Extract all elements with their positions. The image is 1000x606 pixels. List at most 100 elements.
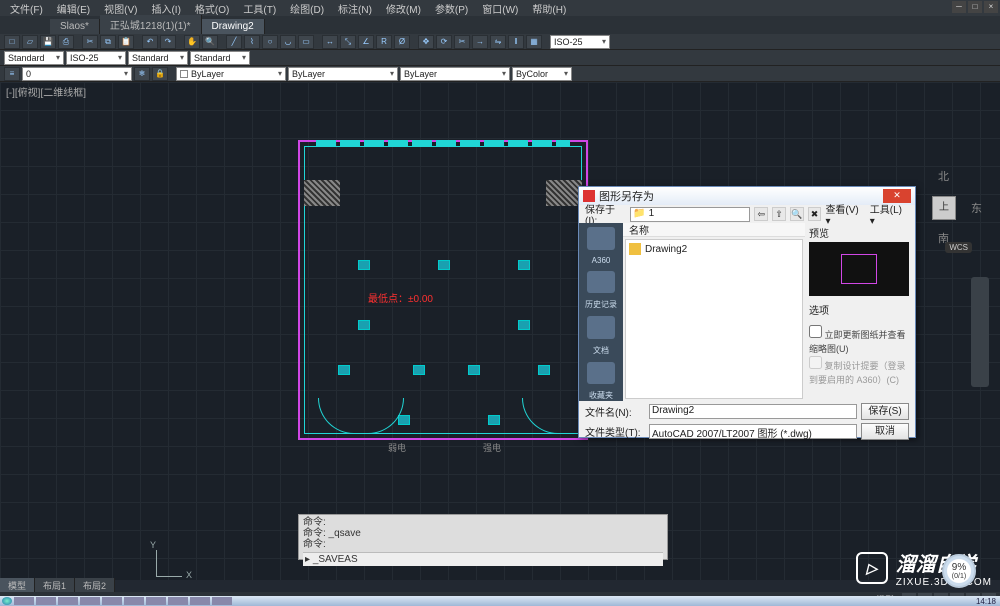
task-item[interactable] <box>58 597 78 605</box>
cmd-input[interactable]: ▸ _SAVEAS <box>303 552 663 566</box>
cancel-button[interactable]: 取消 <box>861 423 909 440</box>
task-item[interactable] <box>212 597 232 605</box>
task-item[interactable] <box>102 597 122 605</box>
place-history[interactable]: 历史记录 <box>585 299 617 310</box>
navigation-bar[interactable] <box>971 277 989 387</box>
redo-icon[interactable]: ↷ <box>160 35 176 49</box>
file-item[interactable]: Drawing2 <box>628 242 800 256</box>
textstyle-dropdown[interactable]: Standard <box>4 51 64 65</box>
layer-freeze-icon[interactable]: ❄ <box>134 67 150 81</box>
place-docs-icon[interactable] <box>587 316 615 339</box>
task-item[interactable] <box>124 597 144 605</box>
place-fav[interactable]: 收藏夹 <box>589 390 613 401</box>
back-icon[interactable]: ⇦ <box>754 207 768 221</box>
task-item[interactable] <box>14 597 34 605</box>
place-history-icon[interactable] <box>587 271 615 294</box>
wcs-label[interactable]: WCS <box>945 242 972 253</box>
menu-window[interactable]: 窗口(W) <box>482 1 518 16</box>
place-a360-icon[interactable] <box>587 227 615 250</box>
lineweight-dropdown[interactable]: ByLayer <box>400 67 510 81</box>
rect-icon[interactable]: ▭ <box>298 35 314 49</box>
dimstyle2-dropdown[interactable]: ISO-25 <box>66 51 126 65</box>
circle-icon[interactable]: ○ <box>262 35 278 49</box>
save-in-combo[interactable]: 📁 1 <box>630 207 750 222</box>
tab-layout1[interactable]: 布局1 <box>35 578 75 592</box>
menu-modify[interactable]: 修改(M) <box>386 1 421 16</box>
opt-designfeed-checkbox[interactable]: 复制设计提要（登录到要启用的 A360）(C) <box>809 356 911 387</box>
menu-dimension[interactable]: 标注(N) <box>338 1 372 16</box>
view-label[interactable]: [-][俯视][二维线框] <box>6 84 86 99</box>
menu-view[interactable]: 视图(V) <box>104 1 137 16</box>
tab-model[interactable]: 模型 <box>0 578 35 592</box>
color-dropdown[interactable]: ByLayer <box>176 67 286 81</box>
save-icon[interactable]: 💾 <box>40 35 56 49</box>
new-icon[interactable]: □ <box>4 35 20 49</box>
mirror-icon[interactable]: ⇋ <box>490 35 506 49</box>
polyline-icon[interactable]: ⌇ <box>244 35 260 49</box>
layer-lock-icon[interactable]: 🔒 <box>152 67 168 81</box>
compass-east[interactable]: 东 <box>971 200 982 216</box>
view-cube-top[interactable]: 上 <box>932 196 956 220</box>
plotstyle-dropdown[interactable]: ByColor <box>512 67 572 81</box>
place-a360[interactable]: A360 <box>592 256 611 265</box>
tablestyle-dropdown[interactable]: Standard <box>128 51 188 65</box>
up-icon[interactable]: ⇧ <box>772 207 786 221</box>
task-item[interactable] <box>36 597 56 605</box>
offset-icon[interactable]: ‖ <box>508 35 524 49</box>
tab-0[interactable]: Slaos* <box>50 19 100 34</box>
trim-icon[interactable]: ✂ <box>454 35 470 49</box>
menu-edit[interactable]: 编辑(E) <box>57 1 90 16</box>
menu-insert[interactable]: 插入(I) <box>151 1 180 16</box>
file-list[interactable]: Drawing2 <box>625 239 803 399</box>
search-icon[interactable]: 🔍 <box>790 207 804 221</box>
maximize-button[interactable]: □ <box>968 1 982 13</box>
place-fav-icon[interactable] <box>587 362 615 385</box>
mlstyle-dropdown[interactable]: Standard <box>190 51 250 65</box>
menu-file[interactable]: 文件(F) <box>10 1 43 16</box>
place-docs[interactable]: 文档 <box>593 345 609 356</box>
task-item[interactable] <box>168 597 188 605</box>
array-icon[interactable]: ▦ <box>526 35 542 49</box>
dim-aligned-icon[interactable]: ⤡ <box>340 35 356 49</box>
undo-icon[interactable]: ↶ <box>142 35 158 49</box>
dimstyle-dropdown[interactable]: ISO-25 <box>550 35 610 49</box>
rotate-icon[interactable]: ⟳ <box>436 35 452 49</box>
save-button[interactable]: 保存(S) <box>861 403 909 420</box>
open-icon[interactable]: ▱ <box>22 35 38 49</box>
compass-north[interactable]: 北 <box>938 168 949 184</box>
close-button[interactable]: × <box>984 1 998 13</box>
command-line[interactable]: 命令: 命令: _qsave 命令: ▸ _SAVEAS <box>298 514 668 560</box>
windows-taskbar[interactable]: 14:18 <box>0 596 1000 606</box>
extend-icon[interactable]: → <box>472 35 488 49</box>
taskbar-clock[interactable]: 14:18 <box>976 597 1000 606</box>
start-button[interactable] <box>2 597 12 605</box>
menu-param[interactable]: 参数(P) <box>435 1 468 16</box>
dim-radius-icon[interactable]: R <box>376 35 392 49</box>
file-list-header[interactable]: 名称 <box>623 223 805 237</box>
view-cube[interactable]: 北 南 西 东 上 <box>908 172 978 242</box>
dim-linear-icon[interactable]: ↔ <box>322 35 338 49</box>
menu-help[interactable]: 帮助(H) <box>532 1 566 16</box>
layer-dropdown[interactable]: 0 <box>22 67 132 81</box>
opt-thumbnail-checkbox[interactable]: 立即更新图纸并查看缩略图(U) <box>809 325 911 356</box>
tab-layout2[interactable]: 布局2 <box>75 578 115 592</box>
dim-diameter-icon[interactable]: Ø <box>394 35 410 49</box>
paste-icon[interactable]: 📋 <box>118 35 134 49</box>
task-item[interactable] <box>190 597 210 605</box>
tab-2[interactable]: Drawing2 <box>202 19 265 34</box>
menu-draw[interactable]: 绘图(D) <box>290 1 324 16</box>
copy-icon[interactable]: ⧉ <box>100 35 116 49</box>
line-icon[interactable]: ╱ <box>226 35 242 49</box>
arc-icon[interactable]: ◡ <box>280 35 296 49</box>
dim-angular-icon[interactable]: ∠ <box>358 35 374 49</box>
cut-icon[interactable]: ✂ <box>82 35 98 49</box>
layer-manager-icon[interactable]: ≡ <box>4 67 20 81</box>
filename-input[interactable]: Drawing2 <box>649 404 857 419</box>
move-icon[interactable]: ✥ <box>418 35 434 49</box>
menu-tools[interactable]: 工具(T) <box>243 1 276 16</box>
zoom-icon[interactable]: 🔍 <box>202 35 218 49</box>
delete-icon[interactable]: ✖ <box>808 207 822 221</box>
menu-format[interactable]: 格式(O) <box>195 1 229 16</box>
print-icon[interactable]: ⎙ <box>58 35 74 49</box>
tab-1[interactable]: 正弘城1218(1)(1)* <box>100 15 202 34</box>
